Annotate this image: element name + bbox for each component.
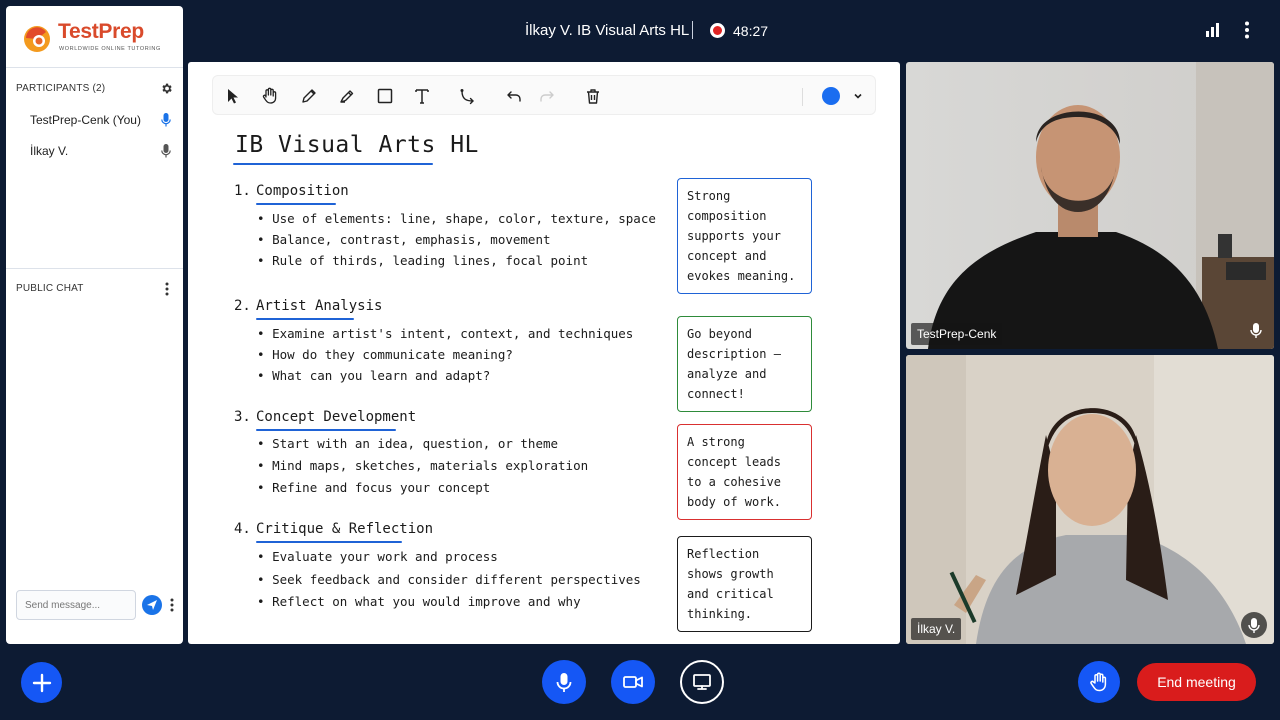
bullet-item: Reflect on what you would improve and wh…	[257, 591, 641, 614]
student-name-tag: İlkay V.	[911, 618, 962, 640]
section-number: 4.	[234, 521, 251, 537]
mic-active-icon	[161, 113, 171, 127]
sticky-note-concept[interactable]: A strong concept leads to a cohesive bod…	[677, 424, 812, 520]
section-number: 2.	[234, 298, 251, 314]
bullet-item: Refine and focus your concept	[257, 477, 588, 499]
heading-underline	[256, 203, 336, 205]
section-title: Artist Analysis	[256, 298, 383, 314]
bullet-list: Start with an idea, question, or theme M…	[257, 433, 588, 499]
tutor-video-feed	[906, 62, 1274, 349]
bullet-list: Evaluate your work and process Seek feed…	[257, 546, 641, 614]
participants-heading: PARTICIPANTS (2)	[16, 83, 106, 94]
mic-icon	[1250, 323, 1262, 338]
bullet-item: Rule of thirds, leading lines, focal poi…	[257, 250, 656, 271]
participant-self[interactable]: TestPrep-Cenk (You)	[30, 113, 141, 127]
bullet-list: Use of elements: line, shape, color, tex…	[257, 208, 656, 271]
section-heading: 3. Concept Development	[234, 409, 417, 431]
connector-icon[interactable]	[458, 86, 478, 106]
heading-underline	[256, 429, 396, 431]
student-video-feed	[906, 355, 1274, 644]
bullet-list: Examine artist's intent, context, and te…	[257, 323, 633, 386]
top-bar: İlkay V. IB Visual Arts HL 48:27	[186, 0, 1280, 62]
screen-share-button[interactable]	[680, 660, 724, 704]
section-number: 1.	[234, 183, 251, 199]
bullet-item: Balance, contrast, emphasis, movement	[257, 229, 656, 250]
toolbar-divider	[802, 88, 803, 106]
color-picker[interactable]	[822, 87, 840, 105]
section-heading: 2. Artist Analysis	[234, 298, 383, 320]
redo-icon[interactable]	[537, 86, 557, 106]
plus-icon	[32, 673, 51, 692]
hand-icon[interactable]	[260, 86, 280, 106]
chat-message-input[interactable]: Send message...	[16, 590, 136, 620]
video-camera-icon	[623, 676, 643, 688]
video-tile-student[interactable]: İlkay V.	[906, 355, 1274, 644]
more-options-icon[interactable]	[1244, 21, 1250, 39]
mic-icon	[161, 144, 171, 158]
participant-student[interactable]: İlkay V.	[30, 144, 68, 158]
message-options-icon[interactable]	[170, 598, 174, 612]
undo-icon[interactable]	[504, 86, 524, 106]
bullet-item: Evaluate your work and process	[257, 546, 641, 569]
send-button[interactable]	[142, 595, 162, 615]
brand-tagline: WORLDWIDE ONLINE TUTORING	[59, 46, 161, 52]
raise-hand-icon	[1090, 672, 1107, 692]
whiteboard-toolbar	[212, 75, 876, 115]
sticky-note-reflection[interactable]: Reflection shows growth and critical thi…	[677, 536, 812, 632]
title-underline	[233, 163, 433, 165]
bullet-item: Seek feedback and consider different per…	[257, 569, 641, 592]
section-title: Composition	[256, 183, 349, 199]
mic-icon	[1248, 618, 1260, 633]
sidebar: TestPrep WORLDWIDE ONLINE TUTORING PARTI…	[6, 6, 183, 644]
highlighter-icon[interactable]	[337, 86, 357, 106]
text-icon[interactable]	[412, 86, 432, 106]
camera-button[interactable]	[611, 660, 655, 704]
pencil-icon[interactable]	[299, 86, 319, 106]
gear-icon[interactable]	[160, 82, 173, 95]
send-icon	[147, 600, 157, 610]
microphone-icon	[556, 673, 572, 692]
bullet-item: How do they communicate meaning?	[257, 344, 633, 365]
video-tile-tutor[interactable]: TestPrep-Cenk	[906, 62, 1274, 349]
heading-underline	[256, 318, 354, 320]
rectangle-icon[interactable]	[375, 86, 395, 106]
bullet-item: Mind maps, sketches, materials explorati…	[257, 455, 588, 477]
chevron-down-icon[interactable]	[853, 91, 863, 101]
heading-underline	[256, 541, 402, 543]
bullet-item: Use of elements: line, shape, color, tex…	[257, 208, 656, 229]
student-mic-indicator	[1241, 612, 1267, 638]
sticky-note-composition[interactable]: Strong composition supports your concept…	[677, 178, 812, 294]
bullet-item: What can you learn and adapt?	[257, 365, 633, 386]
add-button[interactable]	[21, 662, 62, 703]
section-title: Concept Development	[256, 409, 417, 425]
end-meeting-button[interactable]: End meeting	[1137, 663, 1256, 701]
section-title: Critique & Reflection	[256, 521, 434, 537]
meeting-timer: 48:27	[733, 23, 769, 39]
select-icon[interactable]	[223, 86, 243, 106]
tutor-name-tag: TestPrep-Cenk	[911, 323, 1003, 345]
bullet-item: Start with an idea, question, or theme	[257, 433, 588, 455]
title-divider	[692, 21, 693, 39]
bullet-item: Examine artist's intent, context, and te…	[257, 323, 633, 344]
section-divider	[6, 268, 183, 269]
sticky-note-analysis[interactable]: Go beyond description – analyze and conn…	[677, 316, 812, 412]
section-number: 3.	[234, 409, 251, 425]
whiteboard-title: IB Visual Arts HL	[235, 132, 479, 158]
meeting-title: İlkay V. IB Visual Arts HL	[525, 22, 690, 39]
section-heading: 1. Composition	[234, 183, 349, 205]
chat-options-icon[interactable]	[165, 282, 169, 296]
chat-heading: PUBLIC CHAT	[16, 283, 84, 294]
section-heading: 4. Critique & Reflection	[234, 521, 434, 543]
recording-icon	[710, 23, 725, 38]
screen-share-icon	[693, 674, 711, 690]
testprep-logo-icon	[24, 26, 50, 52]
raise-hand-button[interactable]	[1078, 661, 1120, 703]
brand-name: TestPrep	[58, 20, 144, 43]
signal-strength-icon[interactable]	[1206, 22, 1222, 37]
trash-icon[interactable]	[583, 86, 603, 106]
microphone-button[interactable]	[542, 660, 586, 704]
brand-header: TestPrep WORLDWIDE ONLINE TUTORING	[6, 6, 183, 68]
whiteboard[interactable]: IB Visual Arts HL 1. Composition Use of e…	[188, 62, 900, 644]
